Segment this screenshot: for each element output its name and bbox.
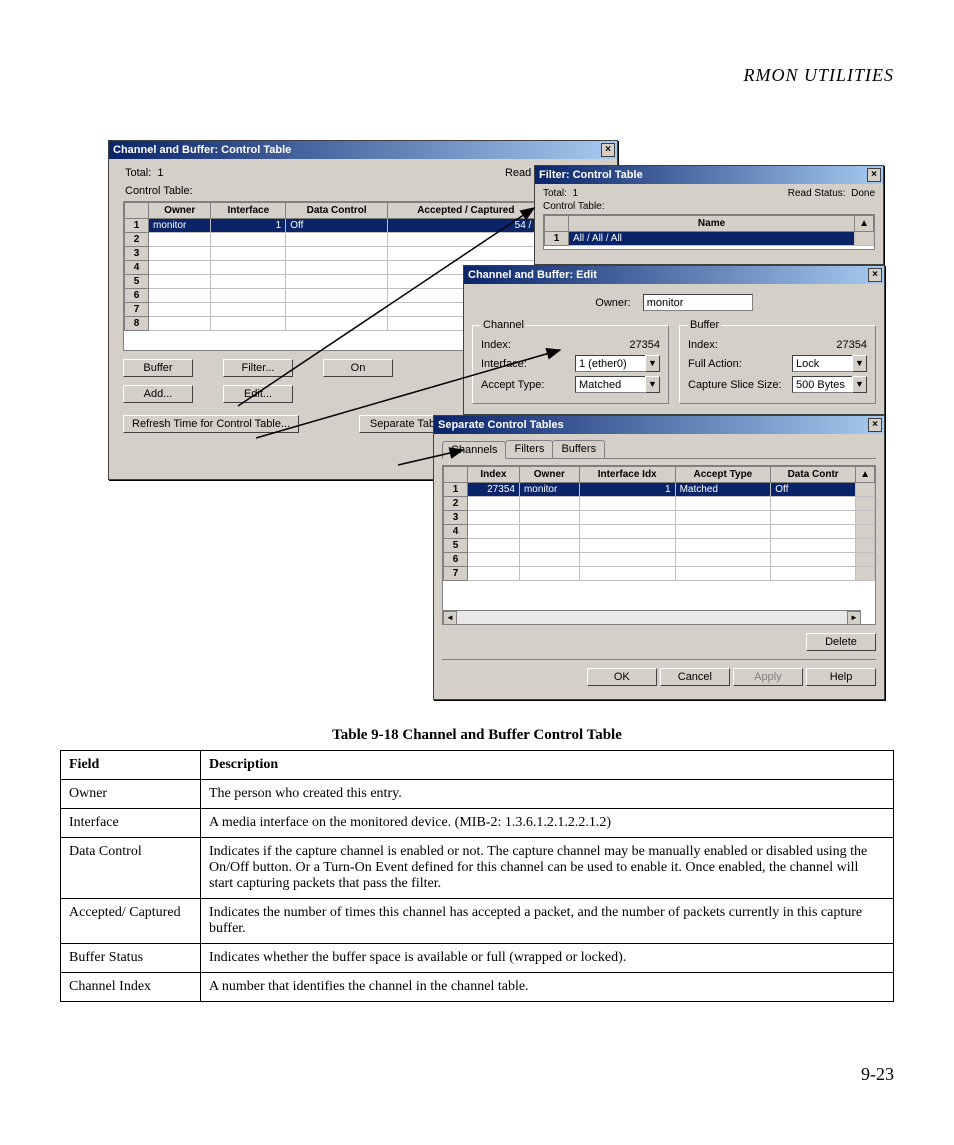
- refresh-button[interactable]: Refresh Time for Control Table...: [123, 415, 299, 433]
- owner-field[interactable]: [643, 294, 753, 311]
- chevron-down-icon: ▼: [645, 355, 660, 372]
- cancel-button[interactable]: Cancel: [660, 668, 730, 686]
- dialog-title: Separate Control Tables: [438, 416, 564, 434]
- on-button[interactable]: On: [323, 359, 393, 377]
- edit-button[interactable]: Edit...: [223, 385, 293, 403]
- tab-filters[interactable]: Filters: [505, 440, 553, 458]
- table-row: 4: [444, 525, 875, 539]
- table-row: 7: [444, 567, 875, 581]
- table-row: 2: [125, 233, 602, 247]
- accept-type-dropdown[interactable]: ▼: [575, 376, 660, 393]
- dialog-title: Channel and Buffer: Edit: [468, 266, 597, 284]
- apply-button[interactable]: Apply: [733, 668, 803, 686]
- dialog-title: Filter: Control Table: [539, 166, 643, 184]
- help-button[interactable]: Help: [806, 668, 876, 686]
- documentation-table: Field Description OwnerThe person who cr…: [60, 750, 894, 1002]
- tab-strip: Channels Filters Buffers: [442, 440, 876, 459]
- tab-channels[interactable]: Channels: [442, 441, 506, 459]
- close-icon[interactable]: ×: [867, 168, 881, 182]
- channel-legend: Channel: [481, 319, 526, 331]
- table-row: 5: [444, 539, 875, 553]
- slice-size-dropdown[interactable]: ▼: [792, 376, 867, 393]
- chevron-down-icon: ▼: [852, 355, 867, 372]
- scroll-left-icon: ◄: [443, 611, 457, 625]
- separate-grid[interactable]: Index Owner Interface Idx Accept Type Da…: [442, 465, 876, 625]
- header-field: Field: [61, 751, 201, 780]
- table-row: 3: [444, 511, 875, 525]
- page-header: RMON UTILITIES: [743, 65, 894, 86]
- header-description: Description: [201, 751, 894, 780]
- close-icon[interactable]: ×: [868, 418, 882, 432]
- filter-control-dialog: Filter: Control Table × Total: 1 Read St…: [534, 165, 884, 265]
- channel-buffer-edit-dialog: Channel and Buffer: Edit × Owner: Channe…: [463, 265, 885, 415]
- table-row: 2: [444, 497, 875, 511]
- table-row[interactable]: 1 monitor 1 Off 54 / 0 Availat: [125, 219, 602, 233]
- owner-label: Owner:: [595, 297, 630, 309]
- total-value: 1: [157, 167, 163, 179]
- chevron-down-icon: ▼: [852, 376, 867, 393]
- horizontal-scrollbar[interactable]: ◄ ►: [443, 610, 861, 624]
- page-number: 9-23: [861, 1064, 894, 1085]
- filter-button[interactable]: Filter...: [223, 359, 293, 377]
- table-row: 6: [444, 553, 875, 567]
- controltable-label: Control Table:: [125, 185, 193, 197]
- interface-dropdown[interactable]: ▼: [575, 355, 660, 372]
- table-row: 3: [125, 247, 602, 261]
- screenshot-area: Channel and Buffer: Control Table × Tota…: [108, 140, 888, 705]
- filter-grid[interactable]: Name▲ 1All / All / All: [543, 214, 875, 250]
- separate-control-tables-dialog: Separate Control Tables × Channels Filte…: [433, 415, 885, 700]
- dialog-title: Channel and Buffer: Control Table: [113, 141, 291, 159]
- buffer-button[interactable]: Buffer: [123, 359, 193, 377]
- tab-buffers[interactable]: Buffers: [552, 440, 605, 458]
- scroll-right-icon: ►: [847, 611, 861, 625]
- full-action-dropdown[interactable]: ▼: [792, 355, 867, 372]
- total-label: Total:: [125, 167, 151, 179]
- chevron-down-icon: ▼: [645, 376, 660, 393]
- table-row[interactable]: 1 27354 monitor 1 Matched Off: [444, 483, 875, 497]
- close-icon[interactable]: ×: [868, 268, 882, 282]
- add-button[interactable]: Add...: [123, 385, 193, 403]
- buffer-legend: Buffer: [688, 319, 721, 331]
- table-caption: Table 9-18 Channel and Buffer Control Ta…: [0, 727, 954, 744]
- delete-button[interactable]: Delete: [806, 633, 876, 651]
- ok-button[interactable]: OK: [587, 668, 657, 686]
- close-icon[interactable]: ×: [601, 143, 615, 157]
- table-row: 1All / All / All: [545, 232, 874, 246]
